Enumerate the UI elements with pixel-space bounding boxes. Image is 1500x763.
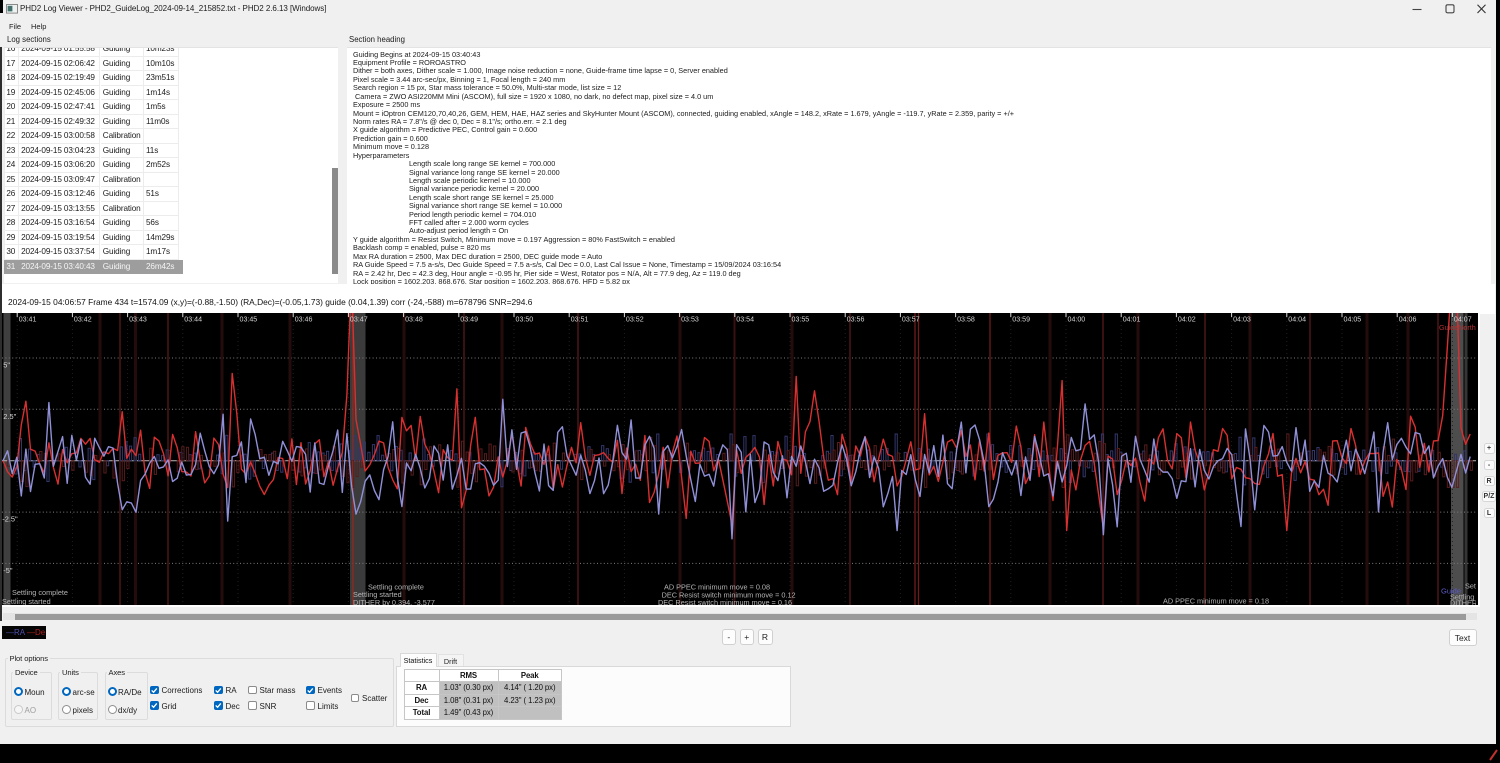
svg-text:03:53: 03:53 <box>681 316 699 324</box>
svg-text:03:48: 03:48 <box>405 316 423 324</box>
svg-text:03:44: 03:44 <box>184 316 202 324</box>
svg-text:04:01: 04:01 <box>1123 316 1141 324</box>
svg-text:03:42: 03:42 <box>74 316 92 324</box>
svg-text:03:58: 03:58 <box>957 316 975 324</box>
svg-text:03:51: 03:51 <box>571 316 589 324</box>
svg-text:03:52: 03:52 <box>626 316 644 324</box>
svg-text:03:47: 03:47 <box>350 316 368 324</box>
svg-text:04:05: 04:05 <box>1344 316 1362 324</box>
svg-text:DEC Resist switch minimum move: DEC Resist switch minimum move = 0.16 <box>658 598 792 605</box>
svg-text:04:04: 04:04 <box>1288 316 1306 324</box>
svg-text:03:49: 03:49 <box>460 316 478 324</box>
svg-text:03:57: 03:57 <box>902 316 920 324</box>
svg-text:03:55: 03:55 <box>792 316 810 324</box>
svg-text:04:00: 04:00 <box>1068 316 1086 324</box>
svg-text:5": 5" <box>3 361 10 370</box>
svg-text:Settling started: Settling started <box>2 597 51 605</box>
svg-text:03:50: 03:50 <box>516 316 534 324</box>
svg-text:04:06: 04:06 <box>1399 316 1417 324</box>
svg-text:03:46: 03:46 <box>295 316 313 324</box>
svg-text:DITHER by 0.394, -3.577: DITHER by 0.394, -3.577 <box>353 598 435 605</box>
svg-text:-2.5": -2.5" <box>2 515 18 524</box>
svg-text:03:45: 03:45 <box>240 316 258 324</box>
svg-text:04:03: 04:03 <box>1233 316 1251 324</box>
svg-text:-5": -5" <box>3 566 13 575</box>
svg-text:03:56: 03:56 <box>847 316 865 324</box>
svg-text:DITHER: DITHER <box>1450 599 1476 605</box>
svg-text:GuideNorth: GuideNorth <box>1439 323 1476 332</box>
svg-text:04:02: 04:02 <box>1178 316 1196 324</box>
svg-text:03:59: 03:59 <box>1012 316 1030 324</box>
svg-text:03:54: 03:54 <box>736 316 754 324</box>
svg-text:Set: Set <box>1465 582 1476 591</box>
svg-text:03:41: 03:41 <box>19 316 37 324</box>
svg-text:2.5": 2.5" <box>3 412 16 421</box>
svg-text:Settling complete: Settling complete <box>12 588 68 597</box>
svg-text:03:43: 03:43 <box>129 316 147 324</box>
svg-text:AD PPEC minimum move = 0.18: AD PPEC minimum move = 0.18 <box>1163 597 1269 605</box>
